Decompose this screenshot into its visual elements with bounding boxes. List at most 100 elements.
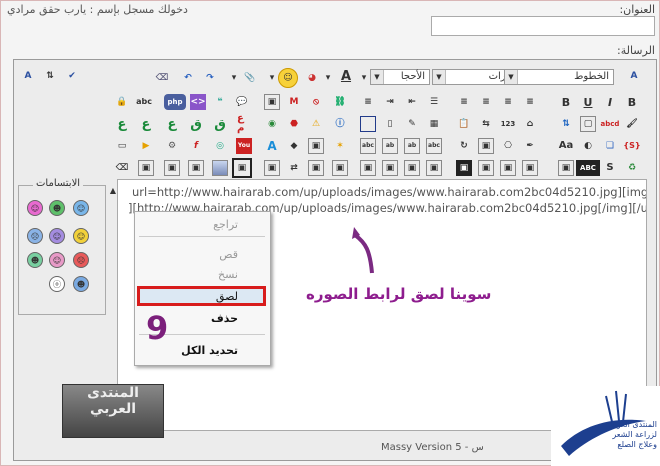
menu-item-paste[interactable]: لصق [216, 290, 238, 303]
edit-icon[interactable]: ✎ [404, 116, 420, 132]
dropdown-arrow-icon[interactable]: ▾ [320, 70, 336, 86]
image-icon[interactable]: ▣ [478, 160, 494, 176]
image-icon[interactable]: ▣ [382, 160, 398, 176]
justify-icon[interactable]: ≡ [456, 94, 472, 110]
strikethrough-icon[interactable]: abc [136, 94, 152, 110]
spellcheck-icon[interactable]: ✔ [64, 68, 80, 84]
outdent-icon[interactable]: ⇤ [404, 94, 420, 110]
font-style-icon[interactable]: A [20, 68, 36, 84]
php-icon[interactable]: php [164, 94, 186, 110]
underline-icon[interactable]: U [580, 94, 596, 110]
frame-icon[interactable]: ▢ [580, 116, 596, 132]
stop-icon[interactable]: ⬣ [286, 116, 302, 132]
menu-item-delete[interactable]: حذف [211, 312, 238, 325]
sad-icon[interactable]: ☹ [27, 228, 43, 244]
list-icon[interactable]: ☰ [426, 94, 442, 110]
arabic-letter-icon[interactable]: ع [138, 116, 154, 132]
angry-icon[interactable]: ☹ [73, 252, 89, 268]
image-icon[interactable]: ▣ [164, 160, 180, 176]
table-icon[interactable]: ▦ [426, 116, 442, 132]
font-style-icon[interactable]: A [626, 68, 642, 84]
s-icon[interactable]: {S} [623, 138, 640, 154]
abc-box-icon[interactable]: abc [426, 138, 442, 154]
image-icon[interactable]: ▣ [188, 160, 204, 176]
wink-icon[interactable]: ☺ [49, 228, 65, 244]
image-icon[interactable]: ▣ [138, 160, 154, 176]
abc-box-icon[interactable]: abc [360, 138, 376, 154]
menu-item-copy[interactable]: نسخ [218, 268, 238, 281]
link-icon[interactable]: ⛓ [332, 94, 348, 110]
layers-icon[interactable]: ❏ [602, 138, 618, 154]
image-icon[interactable]: ▣ [308, 160, 324, 176]
ab-box-icon[interactable]: ab [404, 138, 420, 154]
info-icon[interactable]: ⓘ [332, 116, 348, 132]
brush-icon[interactable]: 🖌 [624, 116, 640, 132]
star-icon[interactable]: ✶ [332, 138, 348, 154]
align-center-icon[interactable]: ≡ [500, 94, 516, 110]
youtube-icon[interactable]: You [236, 138, 252, 154]
image-icon[interactable]: ▣ [360, 160, 376, 176]
scroll-up-icon[interactable]: ▲ [105, 183, 121, 199]
arabic-letter-icon[interactable]: ع [164, 116, 180, 132]
align-right-icon[interactable]: ≡ [360, 94, 376, 110]
image-frame-icon[interactable]: ▣ [232, 158, 252, 178]
menu-item-undo[interactable]: تراجع [213, 218, 238, 231]
shades-icon[interactable]: ☻ [73, 276, 89, 292]
happy-icon[interactable]: ☺ [73, 228, 89, 244]
image-icon[interactable]: ▣ [478, 138, 494, 154]
warning-icon[interactable]: ⚠ [308, 116, 324, 132]
pen-icon[interactable]: ✒ [522, 138, 538, 154]
indent-icon[interactable]: ⇥ [382, 94, 398, 110]
stamp-icon[interactable]: ⎔ [500, 138, 516, 154]
image-icon[interactable]: ▣ [264, 94, 280, 110]
dropdown-arrow-icon[interactable]: ▾ [226, 70, 242, 86]
arabic-letter-icon[interactable]: ع م [236, 114, 252, 134]
box-icon[interactable] [360, 116, 376, 132]
mosque-icon[interactable]: ⌂ [522, 116, 538, 132]
cool-icon[interactable]: ☻ [27, 252, 43, 268]
ab-box-icon[interactable]: ab [382, 138, 398, 154]
remove-format-icon[interactable]: ⌫ [154, 70, 170, 86]
image-icon[interactable]: ▣ [522, 160, 538, 176]
color-wheel-icon[interactable]: ◕ [304, 70, 320, 86]
abc-dark-icon[interactable]: ABC [576, 160, 600, 176]
gear-icon[interactable]: ⚙ [164, 138, 180, 154]
text-color-icon[interactable]: A [338, 68, 354, 84]
redo-icon[interactable]: ↷ [202, 70, 218, 86]
grin-icon[interactable]: ☻ [49, 200, 65, 216]
gradient-icon[interactable] [212, 160, 228, 176]
undo-icon[interactable]: ↶ [180, 70, 196, 86]
rotate-icon[interactable]: ↻ [456, 138, 472, 154]
arabic-letter-icon[interactable]: ق [212, 116, 228, 132]
menu-item-cut[interactable]: قص [219, 248, 238, 261]
attach-icon[interactable]: 📎 [242, 70, 258, 86]
image-icon[interactable]: ▣ [332, 160, 348, 176]
globe-icon[interactable]: ◉ [264, 116, 280, 132]
separator-icon[interactable]: ▭ [114, 138, 130, 154]
image-icon[interactable]: ▣ [404, 160, 420, 176]
email-icon[interactable]: M [286, 94, 302, 110]
text-icon[interactable]: A [264, 138, 280, 154]
image-icon[interactable]: ▣ [500, 160, 516, 176]
spell-icon[interactable]: abcd [601, 116, 620, 132]
dots-icon[interactable]: ◆ [286, 138, 302, 154]
arabic-letter-icon[interactable]: ع [114, 116, 130, 132]
bold-icon[interactable]: B [558, 94, 574, 110]
move-icon[interactable]: ⇆ [478, 116, 494, 132]
image-icon[interactable]: ▣ [264, 160, 280, 176]
image-icon[interactable]: ▣ [426, 160, 442, 176]
size-select[interactable]: ▼ الأحجا [370, 69, 430, 85]
arabic-letter-icon[interactable]: ق [188, 116, 204, 132]
eraser-icon[interactable]: ⌫ [114, 160, 130, 176]
font-size-icon[interactable]: Aa [558, 138, 574, 154]
surprised-icon[interactable]: ⓞ [49, 276, 65, 292]
play-icon[interactable]: ▶ [138, 138, 154, 154]
code-icon[interactable]: <> [190, 94, 206, 110]
numbers-icon[interactable]: 123 [500, 116, 516, 132]
lock-icon[interactable]: 🔒 [114, 94, 130, 110]
title-input[interactable] [431, 16, 655, 36]
align-justify-icon[interactable]: ≡ [522, 94, 538, 110]
chat-bubble-icon[interactable]: 💬 [234, 94, 250, 110]
arrows-icon[interactable]: ⇄ [286, 160, 302, 176]
menu-item-select-all[interactable]: تحديد الكل [181, 344, 238, 357]
